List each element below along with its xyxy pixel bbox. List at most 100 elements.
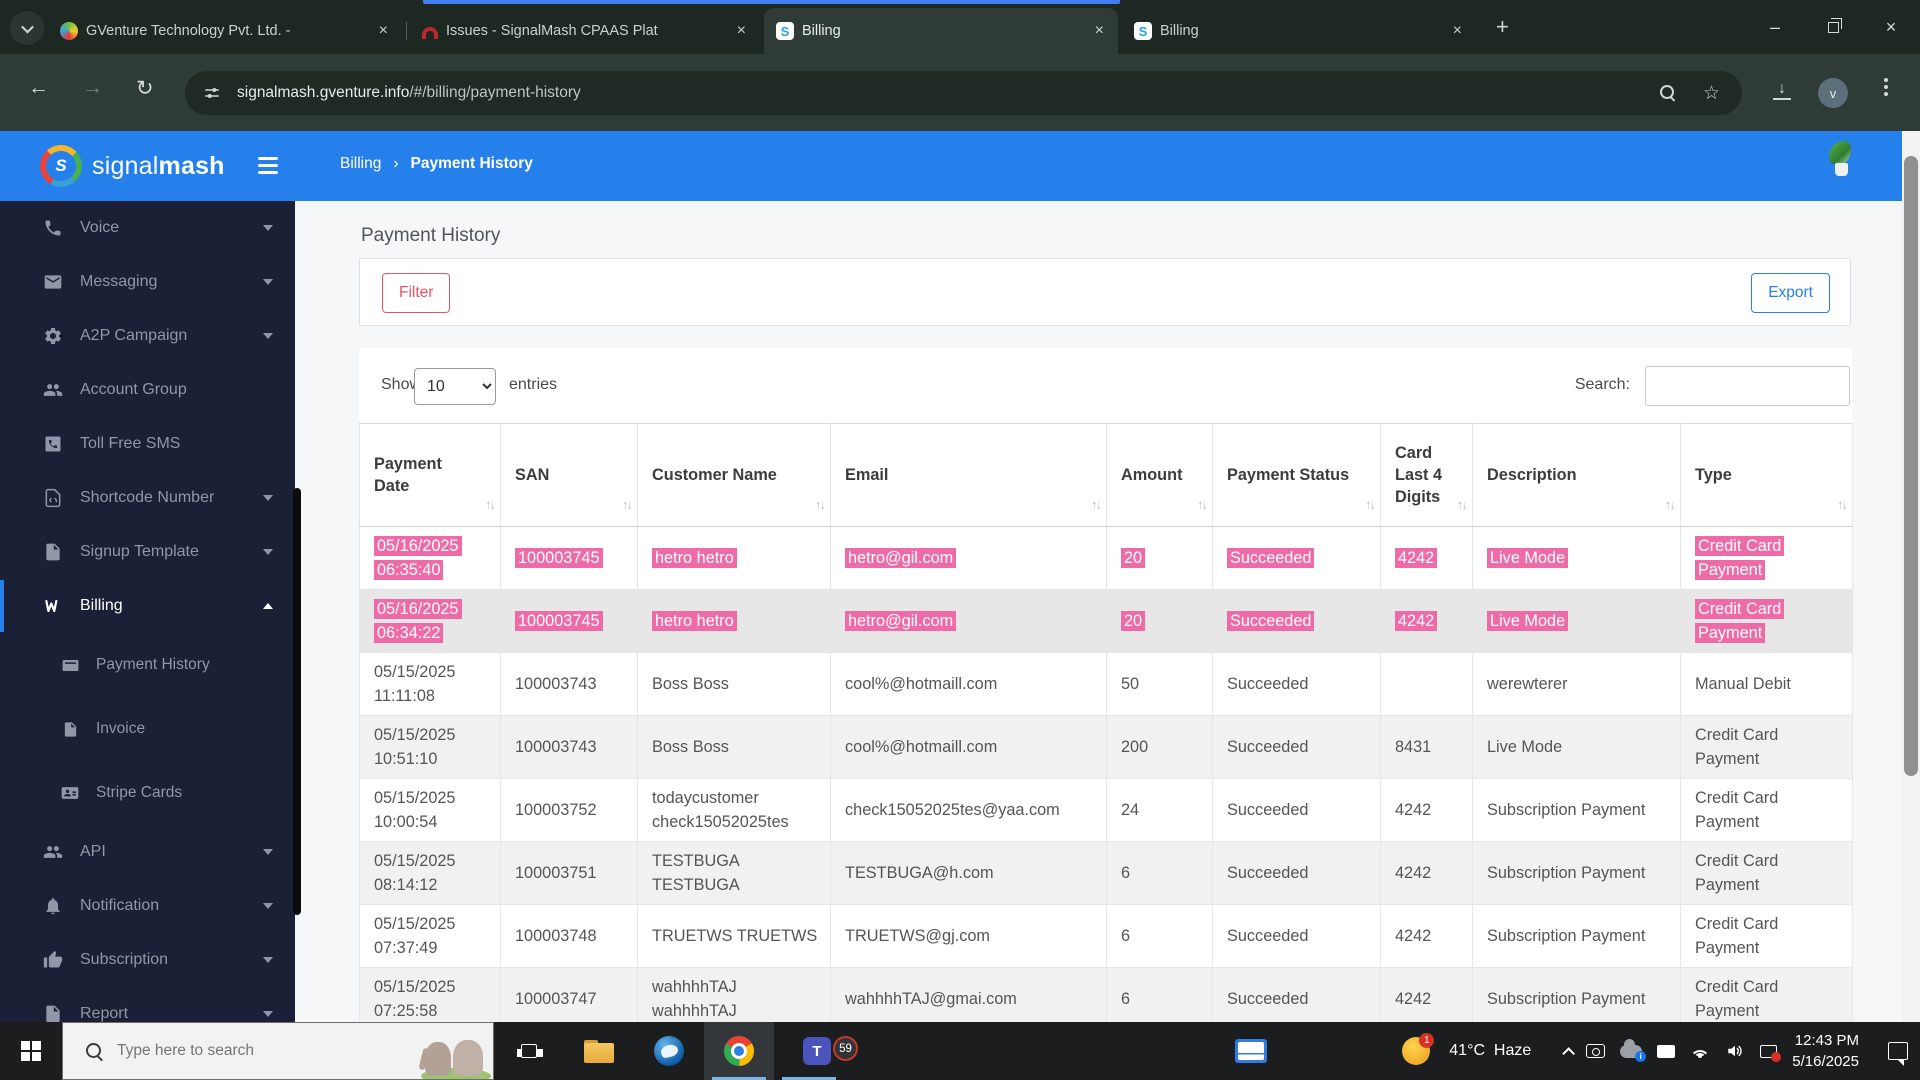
weather-icon[interactable]: 1: [1402, 1037, 1430, 1065]
column-header[interactable]: SAN ↑↓: [501, 424, 638, 527]
display-tray-icon[interactable]: [1657, 1045, 1675, 1058]
forward-button[interactable]: →: [82, 76, 103, 100]
wifi-icon[interactable]: [1690, 1044, 1710, 1058]
cell-san: 100003745: [501, 590, 638, 653]
sidebar-item-toll-free-sms[interactable]: Toll Free SMS: [0, 417, 295, 471]
header-avatar-image[interactable]: [1827, 141, 1857, 179]
browser-menu-icon[interactable]: [1884, 85, 1888, 89]
site-info-icon[interactable]: [203, 84, 221, 102]
tray-expand-icon[interactable]: [1563, 1047, 1576, 1060]
column-header[interactable]: Amount ↑↓: [1107, 424, 1213, 527]
table-row[interactable]: 05/15/2025 11:11:08 100003743 Boss Boss …: [360, 653, 1853, 716]
back-button[interactable]: ←: [28, 76, 49, 100]
file-explorer-button[interactable]: [564, 1022, 634, 1080]
sidebar-item-stripe-cards[interactable]: Stripe Cards: [0, 761, 295, 825]
downloads-icon[interactable]: ↓: [1773, 82, 1791, 100]
camera-tray-icon[interactable]: [1586, 1044, 1605, 1058]
sort-icon[interactable]: ↑↓: [1365, 496, 1374, 514]
taskbar-search[interactable]: [62, 1022, 494, 1080]
column-header[interactable]: Payment Date ↑↓: [360, 424, 501, 527]
sort-icon[interactable]: ↑↓: [1197, 496, 1206, 514]
volume-icon[interactable]: [1725, 1042, 1745, 1060]
cell-san: 100003743: [501, 653, 638, 716]
page-scrollbar[interactable]: [1902, 131, 1920, 1022]
taskbar-clock[interactable]: 12:43 PM 5/16/2025: [1792, 1030, 1859, 1072]
thunderbird-button[interactable]: [634, 1022, 704, 1080]
start-button[interactable]: [0, 1041, 62, 1061]
sort-icon[interactable]: ↑↓: [1837, 496, 1846, 514]
tab-issues[interactable]: Issues - SignalMash CPAAS Plat ×: [410, 8, 760, 54]
cell-card-last4: 4242: [1381, 779, 1473, 842]
teams-button[interactable]: T 59: [774, 1022, 860, 1080]
sort-icon[interactable]: ↑↓: [1457, 496, 1466, 514]
close-tab-icon[interactable]: ×: [1449, 22, 1466, 40]
billing-icon: [42, 596, 64, 616]
new-tab-button[interactable]: +: [1496, 14, 1509, 40]
breadcrumb-section[interactable]: Billing: [340, 155, 381, 173]
table-row[interactable]: 05/15/2025 08:14:12 100003751 TESTBUGA T…: [360, 842, 1853, 905]
table-row[interactable]: 05/16/2025 06:35:40 100003745 hetro hetr…: [360, 527, 1853, 590]
sidebar-item-api[interactable]: API: [0, 825, 295, 879]
filter-button[interactable]: Filter: [382, 273, 450, 313]
column-header[interactable]: Email ↑↓: [831, 424, 1107, 527]
sort-icon[interactable]: ↑↓: [485, 496, 494, 514]
tab-gventure[interactable]: GVenture Technology Pvt. Ltd. - ×: [48, 8, 402, 54]
column-header[interactable]: Description ↑↓: [1473, 424, 1681, 527]
column-header[interactable]: Payment Status ↑↓: [1213, 424, 1381, 527]
table-row[interactable]: 05/15/2025 10:00:54 100003752 todaycusto…: [360, 779, 1853, 842]
export-button[interactable]: Export: [1751, 273, 1830, 313]
tab-search-button[interactable]: [10, 11, 44, 45]
profile-avatar[interactable]: v: [1818, 78, 1848, 108]
close-tab-icon[interactable]: ×: [1091, 22, 1108, 40]
bookmark-star-icon[interactable]: ☆: [1703, 82, 1720, 105]
sort-icon[interactable]: ↑↓: [815, 496, 824, 514]
close-tab-icon[interactable]: ×: [375, 22, 392, 40]
sort-icon[interactable]: ↑↓: [1665, 496, 1674, 514]
sort-icon[interactable]: ↑↓: [1091, 496, 1100, 514]
table-row[interactable]: 05/16/2025 06:34:22 100003745 hetro hetr…: [360, 590, 1853, 653]
sidebar-item-account-group[interactable]: Account Group: [0, 363, 295, 417]
page-size-select[interactable]: 10: [414, 368, 496, 405]
sidebar-item-invoice[interactable]: Invoice: [0, 697, 295, 761]
column-header[interactable]: Customer Name ↑↓: [638, 424, 831, 527]
table-row[interactable]: 05/15/2025 07:37:49 100003748 TRUETWS TR…: [360, 905, 1853, 968]
table-row[interactable]: 05/15/2025 10:51:10 100003743 Boss Boss …: [360, 716, 1853, 779]
search-icon[interactable]: [1659, 84, 1677, 102]
search-highlight-image[interactable]: [419, 1022, 493, 1080]
column-header[interactable]: Type ↑↓: [1681, 424, 1853, 527]
address-bar[interactable]: signalmash.gventure.info/#/billing/payme…: [185, 71, 1742, 115]
action-center-icon[interactable]: [1888, 1042, 1908, 1060]
reload-button[interactable]: ↻: [136, 76, 154, 101]
taskbar-search-input[interactable]: [117, 1042, 419, 1060]
sidebar-scrollbar[interactable]: [293, 488, 301, 915]
task-view-button[interactable]: [494, 1022, 564, 1080]
close-tab-icon[interactable]: ×: [733, 22, 750, 40]
sidebar-item-voice[interactable]: Voice: [0, 201, 295, 255]
weather-text[interactable]: 41°C Haze: [1449, 1042, 1531, 1060]
chevron-down-icon: [263, 495, 273, 501]
sidebar-item-messaging[interactable]: Messaging: [0, 255, 295, 309]
column-header[interactable]: Card Last 4 Digits ↑↓: [1381, 424, 1473, 527]
sidebar-item-shortcode-number[interactable]: Shortcode Number: [0, 471, 295, 525]
window-restore-button[interactable]: [1804, 17, 1862, 38]
table-search-input[interactable]: [1645, 366, 1850, 406]
sidebar-item-payment-history[interactable]: Payment History: [0, 633, 295, 697]
tab-billing-2[interactable]: S Billing ×: [1122, 8, 1476, 54]
sidebar-item-a2p-campaign[interactable]: A2P Campaign: [0, 309, 295, 363]
chrome-button[interactable]: [704, 1022, 774, 1080]
sidebar-item-notification[interactable]: Notification: [0, 879, 295, 933]
url-text[interactable]: signalmash.gventure.info/#/billing/payme…: [237, 84, 1659, 102]
window-minimize-button[interactable]: –: [1746, 17, 1804, 38]
onedrive-icon[interactable]: [1620, 1045, 1642, 1058]
sidebar-item-billing[interactable]: Billing: [0, 579, 295, 633]
signalmash-logo[interactable]: signalmash: [40, 145, 225, 187]
scrollbar-thumb[interactable]: [1904, 156, 1918, 776]
touch-keyboard-icon[interactable]: [1235, 1039, 1267, 1063]
sort-icon[interactable]: ↑↓: [622, 496, 631, 514]
sync-tray-icon[interactable]: [1760, 1045, 1777, 1058]
hamburger-menu-icon[interactable]: [258, 157, 278, 160]
sidebar-item-subscription[interactable]: Subscription: [0, 933, 295, 987]
window-close-button[interactable]: ×: [1862, 17, 1920, 38]
sidebar-item-signup-template[interactable]: Signup Template: [0, 525, 295, 579]
tab-billing-active[interactable]: S Billing ×: [764, 8, 1118, 54]
